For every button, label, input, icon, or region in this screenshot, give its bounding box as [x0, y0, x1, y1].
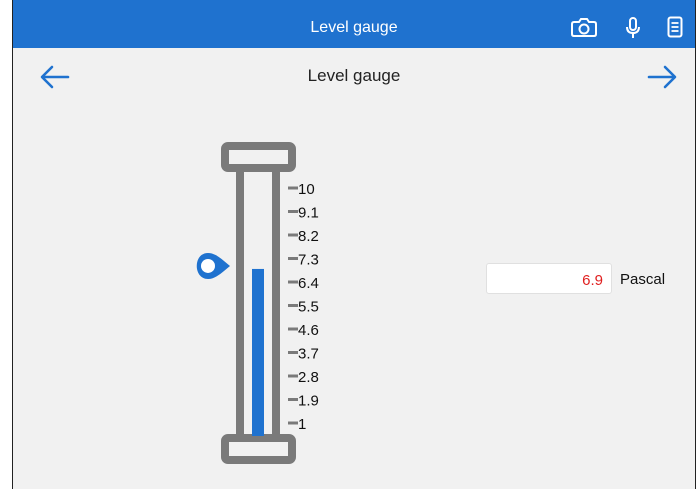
camera-icon[interactable] [570, 16, 598, 43]
scale-label: 2.8 [298, 369, 319, 386]
scale-label: 1 [298, 416, 306, 433]
notes-icon[interactable] [667, 16, 683, 43]
scale-label: 10 [298, 181, 315, 198]
scale-label: 1.9 [298, 393, 319, 410]
pin-hole [201, 258, 215, 273]
scale-label: 4.6 [298, 322, 319, 339]
level-gauge: 10 9.1 8.2 7.3 6.4 5.5 4.6 3.7 2.8 1.9 1 [196, 142, 319, 464]
microphone-icon[interactable] [625, 16, 641, 45]
scale-label: 6.4 [298, 275, 319, 292]
app-frame: Level gauge Level gauge 10 9.1 8.2 7.3 6… [12, 0, 696, 489]
value-field[interactable]: 6.9 [486, 263, 612, 294]
arrow-right-icon[interactable] [646, 64, 678, 95]
scale-label: 3.7 [298, 346, 319, 363]
scale-label: 5.5 [298, 299, 319, 316]
location-pin-icon[interactable] [196, 252, 230, 279]
scale-label: 8.2 [298, 228, 319, 245]
page-title: Level gauge [307, 66, 401, 85]
unit-label: Pascal [620, 271, 666, 288]
top-toolbar: Level gauge [13, 0, 695, 48]
gauge-scale: 10 9.1 8.2 7.3 6.4 5.5 4.6 3.7 2.8 1.9 1 [288, 181, 319, 433]
scale-label: 7.3 [298, 252, 319, 269]
gauge-fill [252, 268, 264, 436]
value-text: 6.9 [582, 272, 603, 289]
scale-label: 9.1 [298, 205, 319, 222]
